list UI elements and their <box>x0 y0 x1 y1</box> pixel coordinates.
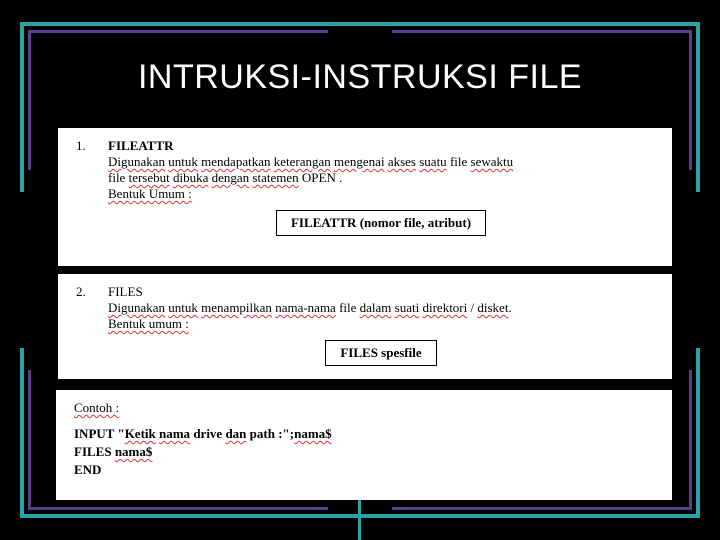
panel-fileattr: 1. FILEATTR Digunakan untuk mendapatkan … <box>58 128 672 266</box>
text: . <box>508 300 511 315</box>
item-description: Digunakan untuk mendapatkan keterangan m… <box>108 154 654 170</box>
text: disket <box>477 300 508 315</box>
text: file <box>450 154 467 169</box>
text: INPUT " <box>74 426 125 441</box>
frame-line <box>360 514 700 518</box>
slide-title: INTRUKSI-INSTRUKSI FILE <box>0 58 720 97</box>
list-number: 2. <box>76 284 86 300</box>
text: menampilkan <box>201 300 272 315</box>
text: akses <box>388 154 416 169</box>
frame-line <box>360 22 700 26</box>
frame-line <box>28 370 31 510</box>
text: OPEN . <box>302 170 342 185</box>
frame-line <box>696 22 700 192</box>
text: dengan <box>212 170 250 185</box>
example-label: Contoh : <box>74 400 119 416</box>
text: direktori <box>422 300 467 315</box>
panel-files: 2. FILES Digunakan untuk menampilkan nam… <box>58 274 672 379</box>
text: statemen <box>252 170 298 185</box>
code-line: END <box>74 462 654 478</box>
text: untuk <box>168 154 198 169</box>
text: sewaktu <box>471 154 514 169</box>
text: tersebut <box>129 170 170 185</box>
frame-line <box>20 22 24 192</box>
panel-example: Contoh : INPUT "Ketik nama drive dan pat… <box>56 390 672 500</box>
text: nama$ <box>294 426 332 441</box>
text: nama$ <box>115 444 153 459</box>
form-label: Bentuk Umum : <box>108 186 192 202</box>
item-heading: FILES <box>108 284 654 300</box>
text: drive <box>193 426 222 441</box>
text: FILES <box>74 444 112 459</box>
text: suatu <box>419 154 446 169</box>
text: path :"; <box>250 426 294 441</box>
code-line: INPUT "Ketik nama drive dan path :";nama… <box>74 426 654 442</box>
frame-line <box>696 348 700 518</box>
text: keterangan <box>274 154 331 169</box>
text: / <box>471 300 475 315</box>
text: Digunakan <box>108 154 165 169</box>
frame-line <box>28 507 328 510</box>
frame-line <box>689 370 692 510</box>
text: untuk <box>168 300 198 315</box>
text: dibuka <box>173 170 208 185</box>
text: nama <box>159 426 190 441</box>
text: file <box>339 300 356 315</box>
text: file <box>108 170 125 185</box>
text: mendapatkan <box>201 154 270 169</box>
frame-line <box>689 30 692 170</box>
frame-line <box>20 348 24 518</box>
list-number: 1. <box>76 138 86 154</box>
text: mengenai <box>334 154 385 169</box>
text: dan <box>225 426 246 441</box>
text: Ketik <box>125 426 156 441</box>
text: dalam <box>360 300 392 315</box>
frame-line <box>392 30 692 33</box>
frame-line <box>28 30 31 170</box>
form-label: Bentuk umum : <box>108 316 189 332</box>
frame-line <box>392 507 692 510</box>
syntax-box: FILES spesfile <box>325 340 436 366</box>
item-description: file tersebut dibuka dengan statemen OPE… <box>108 170 654 186</box>
syntax-box: FILEATTR (nomor file, atribut) <box>276 210 486 236</box>
code-line: FILES nama$ <box>74 444 654 460</box>
frame-line <box>20 22 360 26</box>
item-heading: FILEATTR <box>108 138 654 154</box>
frame-line <box>20 514 360 518</box>
text: Digunakan <box>108 300 165 315</box>
text: suati <box>395 300 420 315</box>
text: nama-nama <box>275 300 336 315</box>
frame-line <box>28 30 328 33</box>
item-description: Digunakan untuk menampilkan nama-nama fi… <box>108 300 654 316</box>
slide-root: INTRUKSI-INSTRUKSI FILE 1. FILEATTR Digu… <box>0 0 720 540</box>
